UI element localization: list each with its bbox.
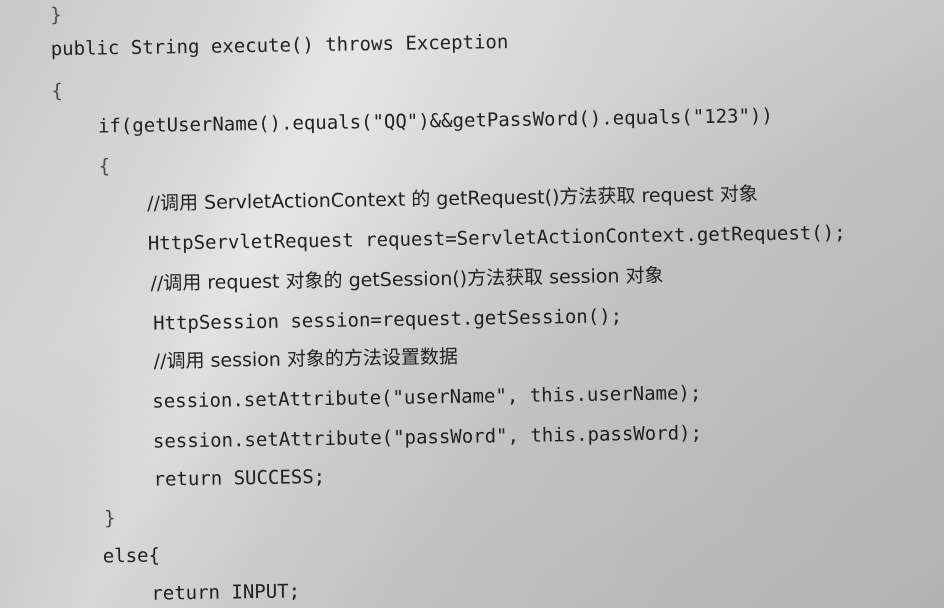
code-line-if-close-brace: } (103, 507, 116, 530)
code-line-if-condition: if(getUserName().equals("QQ")&&getPassWo… (97, 104, 773, 138)
code-line-return-input: return INPUT; (151, 580, 301, 605)
code-line-http-request: HttpServletRequest request=ServletAction… (147, 221, 846, 255)
code-line-open-brace: { (51, 80, 64, 103)
code-comment-set-data: //调用 session 对象的方法设置数据 (153, 345, 459, 373)
code-line-set-password: session.setAttribute("passWord", this.pa… (152, 422, 703, 453)
code-line-http-session: HttpSession session=request.getSession()… (152, 305, 623, 335)
code-page: } public String execute() throws Excepti… (0, 0, 944, 608)
code-line-if-open-brace: { (98, 155, 111, 178)
code-line-else: else{ (102, 544, 161, 568)
code-comment-get-session: //调用 request 对象的 getSession()方法获取 sessio… (150, 264, 664, 295)
code-line-method-signature: public String execute() throws Exception (50, 31, 509, 61)
code-line-set-username: session.setAttribute("userName", this.us… (152, 382, 702, 413)
code-line-return-success: return SUCCESS; (153, 465, 326, 491)
code-comment-get-request: //调用 ServletActionContext 的 getRequest()… (147, 183, 758, 215)
code-line-closing-brace-top: } (50, 4, 62, 27)
